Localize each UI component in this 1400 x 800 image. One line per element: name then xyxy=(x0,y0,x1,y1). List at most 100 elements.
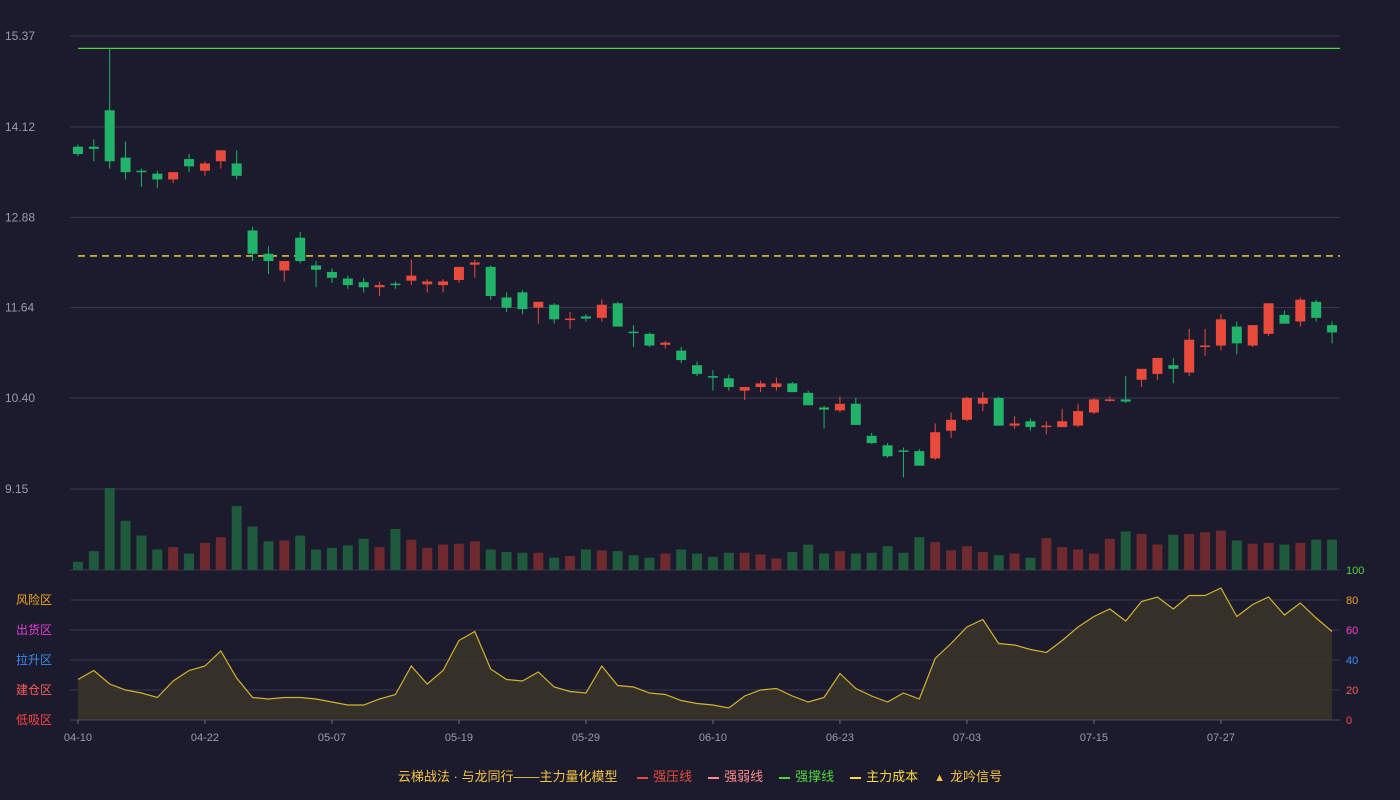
volume-bar xyxy=(993,555,1004,570)
indicator-tick-label: 60 xyxy=(1346,625,1358,637)
candle xyxy=(263,246,274,275)
volume-bar xyxy=(485,549,496,570)
volume-bar xyxy=(1231,540,1242,570)
indicator-tick-label: 100 xyxy=(1346,565,1364,577)
candle xyxy=(787,381,798,393)
candle xyxy=(549,303,560,324)
indicator-tick-label: 40 xyxy=(1346,655,1358,667)
date-tick-label: 07-27 xyxy=(1207,732,1235,744)
candle xyxy=(1247,325,1258,347)
volume-bar xyxy=(834,551,845,570)
candle-body xyxy=(1088,399,1099,413)
candle-body xyxy=(1136,368,1147,380)
candle-body xyxy=(136,170,147,173)
candle-body xyxy=(819,407,830,410)
candle-body xyxy=(263,253,274,262)
candle xyxy=(1311,299,1322,322)
candle xyxy=(1104,396,1115,402)
zone-label: 建仓区 xyxy=(16,683,52,697)
candle-body xyxy=(914,451,925,466)
candle xyxy=(660,341,671,349)
legend-item[interactable]: 强压线 xyxy=(637,769,692,784)
candle-body xyxy=(739,387,750,391)
candle xyxy=(898,447,909,478)
candle-body xyxy=(1247,325,1258,346)
candle-body xyxy=(930,432,941,459)
candle xyxy=(374,281,385,297)
candle xyxy=(1025,418,1036,431)
volume-bar xyxy=(1247,543,1258,570)
legend-label: 强压线 xyxy=(653,769,693,784)
volume-bar xyxy=(453,543,464,570)
candle xyxy=(596,299,607,322)
volume-bar xyxy=(1009,553,1020,570)
indicator-area xyxy=(77,588,1333,720)
legend-item[interactable]: 强撑线 xyxy=(779,769,834,784)
price-tick-label: 14.12 xyxy=(5,120,35,134)
legend-item[interactable]: ▲ 龙吟信号 xyxy=(934,769,1002,784)
candle-body xyxy=(1152,357,1163,374)
volume-bar xyxy=(660,553,671,570)
volume-bar xyxy=(707,556,718,570)
candle xyxy=(1279,310,1290,324)
candle-body xyxy=(580,316,591,319)
volume-bar xyxy=(898,552,909,570)
candle xyxy=(914,448,925,466)
candle-body xyxy=(438,281,449,286)
legend-swatch xyxy=(779,776,791,779)
volume-bar xyxy=(104,488,115,570)
date-tick-label: 05-19 xyxy=(445,732,473,744)
legend-swatch xyxy=(708,776,720,779)
price-tick-label: 11.64 xyxy=(5,301,34,315)
candle-body xyxy=(168,172,179,180)
legend-item[interactable]: 强弱线 xyxy=(708,769,763,784)
candle-body xyxy=(422,281,433,285)
candle xyxy=(1009,416,1020,429)
candle-body xyxy=(961,397,972,420)
candle xyxy=(1152,357,1163,380)
candle xyxy=(676,346,687,364)
volume-bar xyxy=(803,544,814,570)
candle xyxy=(485,265,496,300)
date-axis: 04-10 04-22 05-07 05-19 05-29 06-10 06-23 07-03… xyxy=(64,719,1340,744)
price-axis: 15.37 14.12 12.88 11.64 10.40 9.15 xyxy=(5,29,35,496)
volume-bar xyxy=(676,549,687,570)
candle xyxy=(469,259,480,278)
volume-bar xyxy=(755,554,766,570)
volume-bar xyxy=(739,552,750,570)
candle xyxy=(517,290,528,315)
candle-body xyxy=(231,163,242,176)
price-tick-label: 12.88 xyxy=(5,210,35,224)
volume-bar xyxy=(692,553,703,570)
candle xyxy=(707,370,718,391)
volume-bar xyxy=(1295,542,1306,570)
volume-bar xyxy=(549,557,560,570)
legend-swatch xyxy=(850,776,862,779)
candle-body xyxy=(279,261,290,271)
candle xyxy=(612,301,623,327)
candle-body xyxy=(1104,399,1115,401)
candle xyxy=(1136,368,1147,388)
candle-body xyxy=(295,237,306,262)
candle-body xyxy=(247,230,258,254)
candle xyxy=(88,139,99,162)
date-tick-label: 05-29 xyxy=(572,732,600,744)
volume-bar xyxy=(977,551,988,570)
candle xyxy=(771,377,782,391)
price-tick-label: 9.15 xyxy=(5,482,29,496)
candle xyxy=(136,168,147,187)
legend-label: 强撑线 xyxy=(795,769,835,784)
volume-bar xyxy=(199,542,210,570)
candle xyxy=(406,259,417,286)
candle xyxy=(326,268,337,283)
legend-item[interactable]: 主力成本 xyxy=(850,769,918,784)
volume-bar xyxy=(501,551,512,570)
candle xyxy=(850,397,861,425)
candle xyxy=(1200,328,1211,356)
volume-bar xyxy=(120,520,131,570)
volume-bar xyxy=(1152,544,1163,570)
candle xyxy=(72,144,83,157)
indicator-panel: 风险区出货区拉升区建仓区低吸区 100 80 60 40 20 0 xyxy=(16,565,1364,727)
volume-bar xyxy=(168,547,179,570)
candle xyxy=(279,261,290,282)
